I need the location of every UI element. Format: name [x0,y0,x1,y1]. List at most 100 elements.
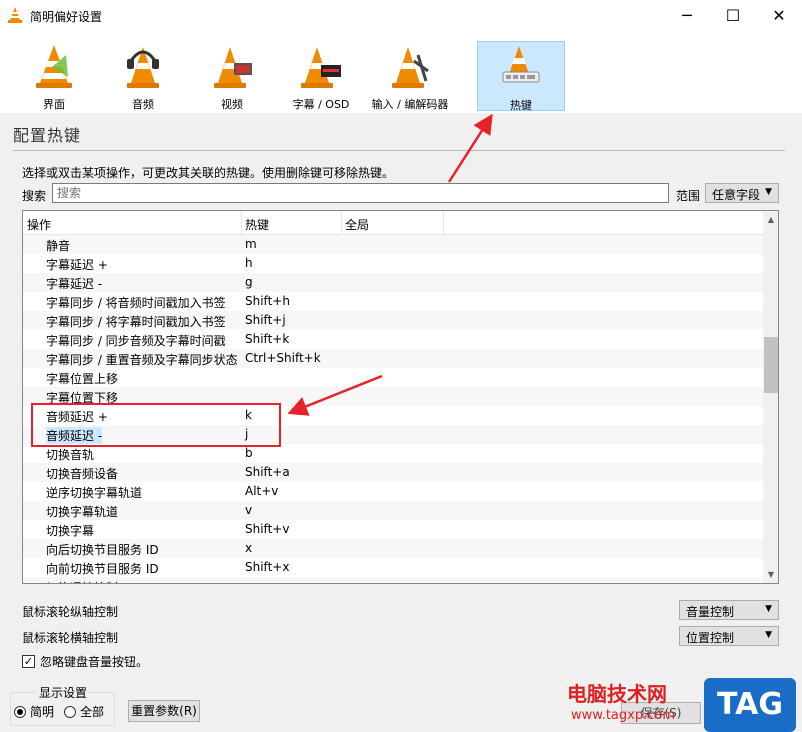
row-hotkey: Ctrl+Shift+k [245,351,321,365]
header-action[interactable]: 操作 [27,216,51,233]
category-subtitles-osd[interactable]: 字幕 / OSD [277,41,365,111]
display-all-radio[interactable] [64,705,76,718]
divider [13,150,785,151]
page-title: 配置热键 [13,126,82,145]
hint-text: 选择或双击某项操作，可更改其关联的热键。使用删除键可移除热键。 [22,166,395,180]
column-divider[interactable] [241,211,242,235]
row-hotkey: Shift+h [245,294,290,308]
row-hotkey: j [245,427,249,441]
table-scrollbar[interactable]: ▲ ▼ [763,211,778,583]
ignore-volume-keys-label: 忽略键盘音量按钮。 [40,655,149,669]
table-row[interactable]: 音频延迟 + k [23,406,763,425]
table-row[interactable]: 切换字幕轨道 v [23,501,763,520]
mouse-wheel-vertical-value: 音量控制 [686,605,735,619]
header-hotkey[interactable]: 热键 [245,216,269,233]
scroll-thumb[interactable] [764,337,778,393]
table-row[interactable]: 切换音轨 b [23,444,763,463]
table-row[interactable]: 音频延迟 - j [23,425,763,444]
mouse-wheel-vertical-select[interactable]: 音量控制 ▼ [679,600,779,620]
category-interface[interactable]: 界面 [10,41,98,111]
row-action: 字幕同步 / 同步音频及字幕时间戳 [46,334,226,348]
maximize-icon: ☐ [725,6,741,25]
row-hotkey: g [245,275,253,289]
mouse-wheel-horizontal-select[interactable]: 位置控制 ▼ [679,626,779,646]
row-action: 字幕同步 / 重置音频及字幕同步状态 [46,353,238,367]
row-action: 字幕位置下移 [46,391,119,405]
table-row[interactable]: 切换音频设备 Shift+a [23,463,763,482]
table-row[interactable]: 字幕同步 / 重置音频及字幕同步状态 Ctrl+Shift+k [23,349,763,368]
table-row[interactable]: 字幕位置上移 [23,368,763,387]
chevron-down-icon: ▼ [765,187,772,197]
check-icon: ✓ [23,655,34,668]
mouse-wheel-vertical-label: 鼠标滚轮纵轴控制 [22,605,119,619]
audio-cone-icon [127,47,159,88]
category-label: 输入 / 编解码器 [371,98,449,111]
row-action: 切换音频设备 [46,467,119,481]
close-icon: ✕ [772,6,786,25]
row-action: 切换遥控控制 [46,579,118,583]
minimize-button[interactable]: ─ [664,0,710,31]
row-hotkey: m [245,237,257,251]
subtitles-cone-icon [301,47,341,88]
category-input-codecs[interactable]: 输入 / 编解码器 [366,41,454,111]
row-hotkey: v [245,503,253,517]
category-label: 音频 [132,98,154,111]
table-row[interactable]: 向前切换节目服务 ID Shift+x [23,558,763,577]
column-divider[interactable] [341,211,342,235]
row-hotkey: Shift+k [245,332,290,346]
ignore-volume-keys-checkbox[interactable]: ✓ [22,655,35,668]
table-row[interactable]: 向后切换节目服务 ID x [23,539,763,558]
table-row[interactable]: 静音 m [23,235,763,254]
category-hotkeys[interactable]: 热键 [477,41,565,112]
row-action: 向前切换节目服务 ID [46,562,159,576]
category-label: 热键 [510,99,532,112]
scroll-up-icon[interactable]: ▲ [763,211,778,228]
display-settings-title: 显示设置 [37,684,90,701]
table-row[interactable]: 字幕延迟 - g [23,273,763,292]
video-cone-icon [214,47,252,88]
hotkeys-table[interactable]: 操作 热键 全局 静音 m 字幕延迟 + h 字幕延迟 - g 字幕同步 / 将音频时间戳加… [22,210,779,584]
display-all-option[interactable]: 全部 [64,703,104,720]
maximize-button[interactable]: ☐ [710,0,756,31]
cancel-button[interactable]: 取消(C) [710,702,790,724]
title-bar: 简明偏好设置 ─ ☐ ✕ [0,0,802,31]
header-global[interactable]: 全局 [345,216,369,233]
table-row[interactable]: 字幕同步 / 将音频时间戳加入书签 Shift+h [23,292,763,311]
search-input[interactable] [52,183,669,203]
save-button[interactable]: 保存(S) [621,702,701,724]
display-all-label: 全部 [80,705,105,719]
category-label: 视频 [221,98,243,111]
table-row[interactable]: 字幕位置下移 [23,387,763,406]
category-audio[interactable]: 音频 [99,41,187,111]
search-label: 搜索 [22,189,47,203]
row-hotkey: Shift+j [245,313,286,327]
table-row[interactable]: 字幕同步 / 同步音频及字幕时间戳 Shift+k [23,330,763,349]
table-body: 静音 m 字幕延迟 + h 字幕延迟 - g 字幕同步 / 将音频时间戳加入书签 Shift+… [23,235,763,583]
category-label: 界面 [43,98,65,111]
ignore-volume-keys-row[interactable]: ✓ 忽略键盘音量按钮。 [22,653,148,670]
table-row[interactable]: 切换遥控控制 [23,577,763,583]
close-button[interactable]: ✕ [756,0,802,31]
row-hotkey: x [245,541,253,555]
display-simple-option[interactable]: 简明 [14,703,54,720]
chevron-down-icon: ▼ [765,630,772,640]
mouse-wheel-horizontal-value: 位置控制 [686,631,735,645]
row-action: 逆序切换字幕轨道 [46,486,143,500]
row-hotkey: Shift+v [245,522,290,536]
row-hotkey: Shift+x [245,560,290,574]
scope-select[interactable]: 任意字段 ▼ [705,183,779,203]
table-header: 操作 热键 全局 [23,211,763,235]
reset-button[interactable]: 重置参数(R) [128,700,200,722]
table-row[interactable]: 字幕同步 / 将字幕时间戳加入书签 Shift+j [23,311,763,330]
scope-value: 任意字段 [712,188,761,202]
table-row[interactable]: 字幕延迟 + h [23,254,763,273]
row-hotkey: Alt+v [245,484,279,498]
display-simple-radio[interactable] [14,705,26,718]
category-video[interactable]: 视频 [188,41,276,111]
row-action: 切换字幕轨道 [46,505,119,519]
column-divider[interactable] [443,211,444,235]
table-row[interactable]: 切换字幕 Shift+v [23,520,763,539]
input-codecs-cone-icon [392,47,429,88]
table-row[interactable]: 逆序切换字幕轨道 Alt+v [23,482,763,501]
scroll-down-icon[interactable]: ▼ [763,566,778,583]
